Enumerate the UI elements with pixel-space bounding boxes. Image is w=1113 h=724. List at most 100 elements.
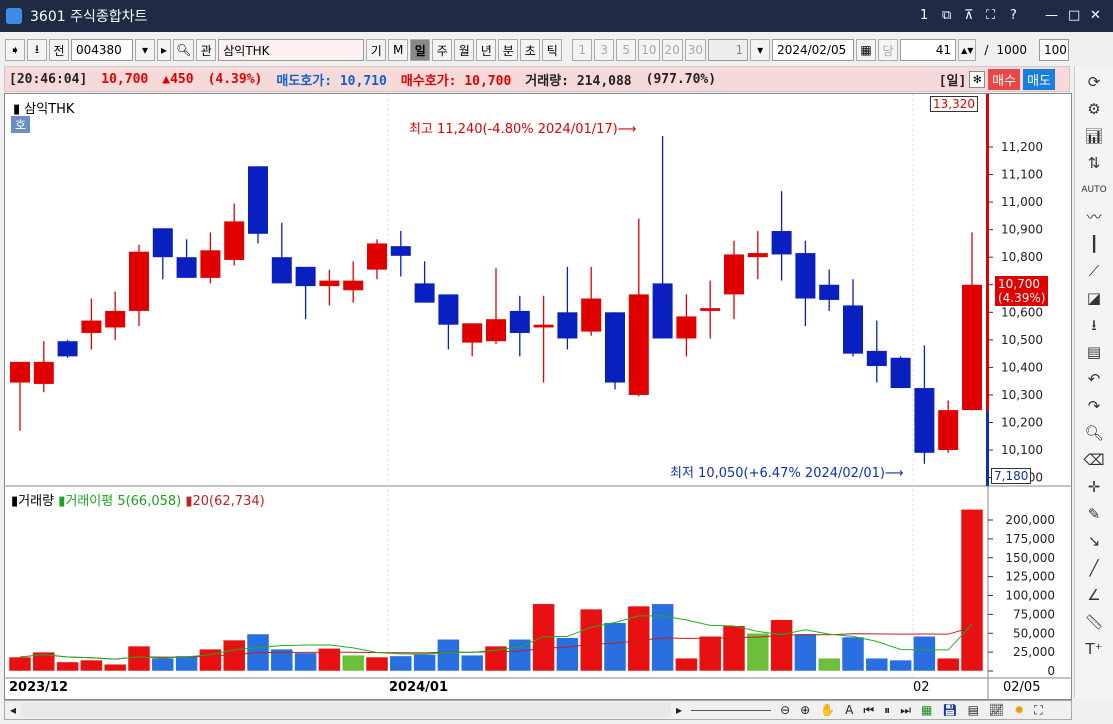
quote-badge[interactable]: 호 [11,116,31,133]
m-button[interactable]: M [388,39,409,61]
search-icon[interactable]: 🔍︎ [173,39,195,61]
ruler-icon[interactable]: 📏︎ [1084,610,1103,634]
period-second[interactable]: 초 [520,39,541,61]
all-button[interactable]: 전 [49,39,69,61]
window-tile-button[interactable]: ⧉ [942,8,951,23]
interval-dropdown-icon[interactable]: ▾ [750,39,771,61]
window-button-1[interactable]: 1 [920,8,928,23]
angle-icon[interactable]: ∠ [1087,583,1100,607]
excel-icon[interactable]: ▦ [916,703,937,717]
close-button[interactable]: ✕ [1090,8,1101,23]
chart-icon[interactable]: 📈︎ [984,703,1009,717]
font-icon[interactable]: A [840,703,858,717]
period-year[interactable]: 년 [476,39,497,61]
fullscreen-button[interactable]: ⛶ [986,8,995,23]
count-input[interactable]: 41 [900,39,957,61]
undo-icon[interactable]: ↶ [1088,367,1101,391]
interval-20[interactable]: 20 [661,39,683,61]
trend-icon[interactable]: ⟋ [1089,259,1100,283]
scroll-track[interactable] [21,703,672,717]
pin-button[interactable]: ⊼ [964,8,974,23]
last-icon[interactable]: ⏭ [895,703,916,718]
candle-body [486,319,506,342]
expand-icon[interactable]: ⛶ [1029,703,1047,718]
interval-30[interactable]: 30 [684,39,707,61]
next-icon[interactable]: ▸ [157,39,171,61]
first-icon[interactable]: ⏮ [858,703,879,718]
save-icon[interactable]: ⭳ [1091,313,1096,337]
line-icon[interactable]: ╱ [1089,556,1098,580]
pause-icon[interactable]: ⏸ [879,703,895,718]
period-month[interactable]: 월 [454,39,475,61]
code-dropdown-icon[interactable]: ▾ [135,39,155,61]
candle-body [438,294,459,325]
help-button[interactable]: ? [1010,8,1017,23]
interval-1[interactable]: 1 [572,39,593,61]
date-input[interactable]: 2024/02/05 [772,39,855,61]
gi-button[interactable]: 기 [366,39,387,61]
auto-icon[interactable]: AUTO [1081,178,1106,202]
scroll-left-icon[interactable]: ◂ [5,703,21,717]
arrow-icon[interactable]: ↘ [1088,529,1101,553]
quote-time: [20:46:04] [9,71,88,87]
gear-icon[interactable]: ⚙ [1087,97,1100,121]
minimize-button[interactable]: — [1045,8,1058,23]
buy-button[interactable]: 매수 [988,68,1021,90]
today-button[interactable]: 당 [878,39,899,61]
download-icon[interactable]: ⭳ [27,39,47,61]
count-stepper[interactable]: ▲▼ [958,39,977,61]
save-disk-icon[interactable]: 💾︎ [937,703,962,717]
period-minute[interactable]: 분 [498,39,519,61]
period-week[interactable]: 주 [432,39,453,61]
zoom-slider[interactable] [691,709,772,711]
stock-name-field[interactable]: 삼익THK [218,39,365,61]
toolbar: ➧ ⭳ 전 004380 ▾ ▸ 🔍︎ 관 삼익THK 기 M 일 주 월 년 … [0,36,1113,64]
box-icon[interactable]: ◪ [1087,286,1101,310]
interval-input[interactable]: 1 [708,39,749,61]
zoom-out-icon[interactable]: ⊖ [775,703,795,717]
settings-gear-icon[interactable]: ✻ [969,70,986,88]
interval-5[interactable]: 5 [616,39,637,61]
scroll-right-icon[interactable]: ▸ [671,703,687,717]
stock-chart[interactable]: 11,20011,10011,00010,90010,80010,70010,6… [5,94,1073,701]
interval-3[interactable]: 3 [594,39,615,61]
candle-body [557,312,578,339]
zoom-in-icon[interactable]: ⊕ [795,703,815,717]
indicator-icon[interactable]: 📊︎ [1084,124,1103,148]
interval-10[interactable]: 10 [638,39,660,61]
sell-button[interactable]: 매도 [1023,68,1055,90]
window-icon[interactable]: ▤ [1087,340,1101,364]
candle-body [771,231,792,255]
line-chart-icon[interactable]: 〰 [1086,205,1101,229]
text-icon[interactable]: T⁺ [1085,637,1102,661]
period-tick[interactable]: 틱 [542,39,563,61]
settings-icon[interactable]: ✹ [1009,703,1029,717]
candle-body [866,350,887,367]
candle-icon[interactable]: ┃ [1089,232,1098,256]
volume-bar [675,657,698,672]
maximize-button[interactable]: □ [1068,8,1080,23]
refresh-icon[interactable]: ⟳ [1088,70,1101,94]
crosshair-icon[interactable]: ✛ [1088,475,1101,499]
candle-body [795,253,816,299]
watchlist-button[interactable]: 관 [196,39,217,61]
calendar-icon[interactable]: ▦ [856,39,877,61]
volume-bar [960,509,984,672]
link-icon[interactable]: ➧ [5,39,25,61]
hand-icon[interactable]: ✋ [815,703,840,717]
pen-icon[interactable]: ✎ [1088,502,1101,526]
price-tick-label: 11,000 [1001,195,1043,209]
stock-code-input[interactable]: 004380 [71,39,133,61]
chart-area[interactable]: 11,20011,10011,00010,90010,80010,70010,6… [4,93,1073,701]
chart-scrollbar[interactable]: ◂ ▸ ⊖ ⊕ ✋ A ⏮ ⏸ ⏭ ▦ 💾︎ ▤ 📈︎ ✹ ⛶ [4,700,1072,720]
table-icon[interactable]: ▤ [963,703,984,717]
compare-icon[interactable]: ⇅ [1088,151,1101,175]
zoom-input[interactable]: 100 [1038,39,1069,61]
redo-icon[interactable]: ↷ [1088,394,1101,418]
volume-bar [413,654,436,672]
zoom-icon[interactable]: 🔍︎ [1084,421,1103,445]
price-tick-label: 11,200 [1001,140,1043,154]
eraser-icon[interactable]: ⌫ [1083,448,1104,472]
period-day[interactable]: 일 [410,39,431,61]
volume-bar [770,619,793,672]
